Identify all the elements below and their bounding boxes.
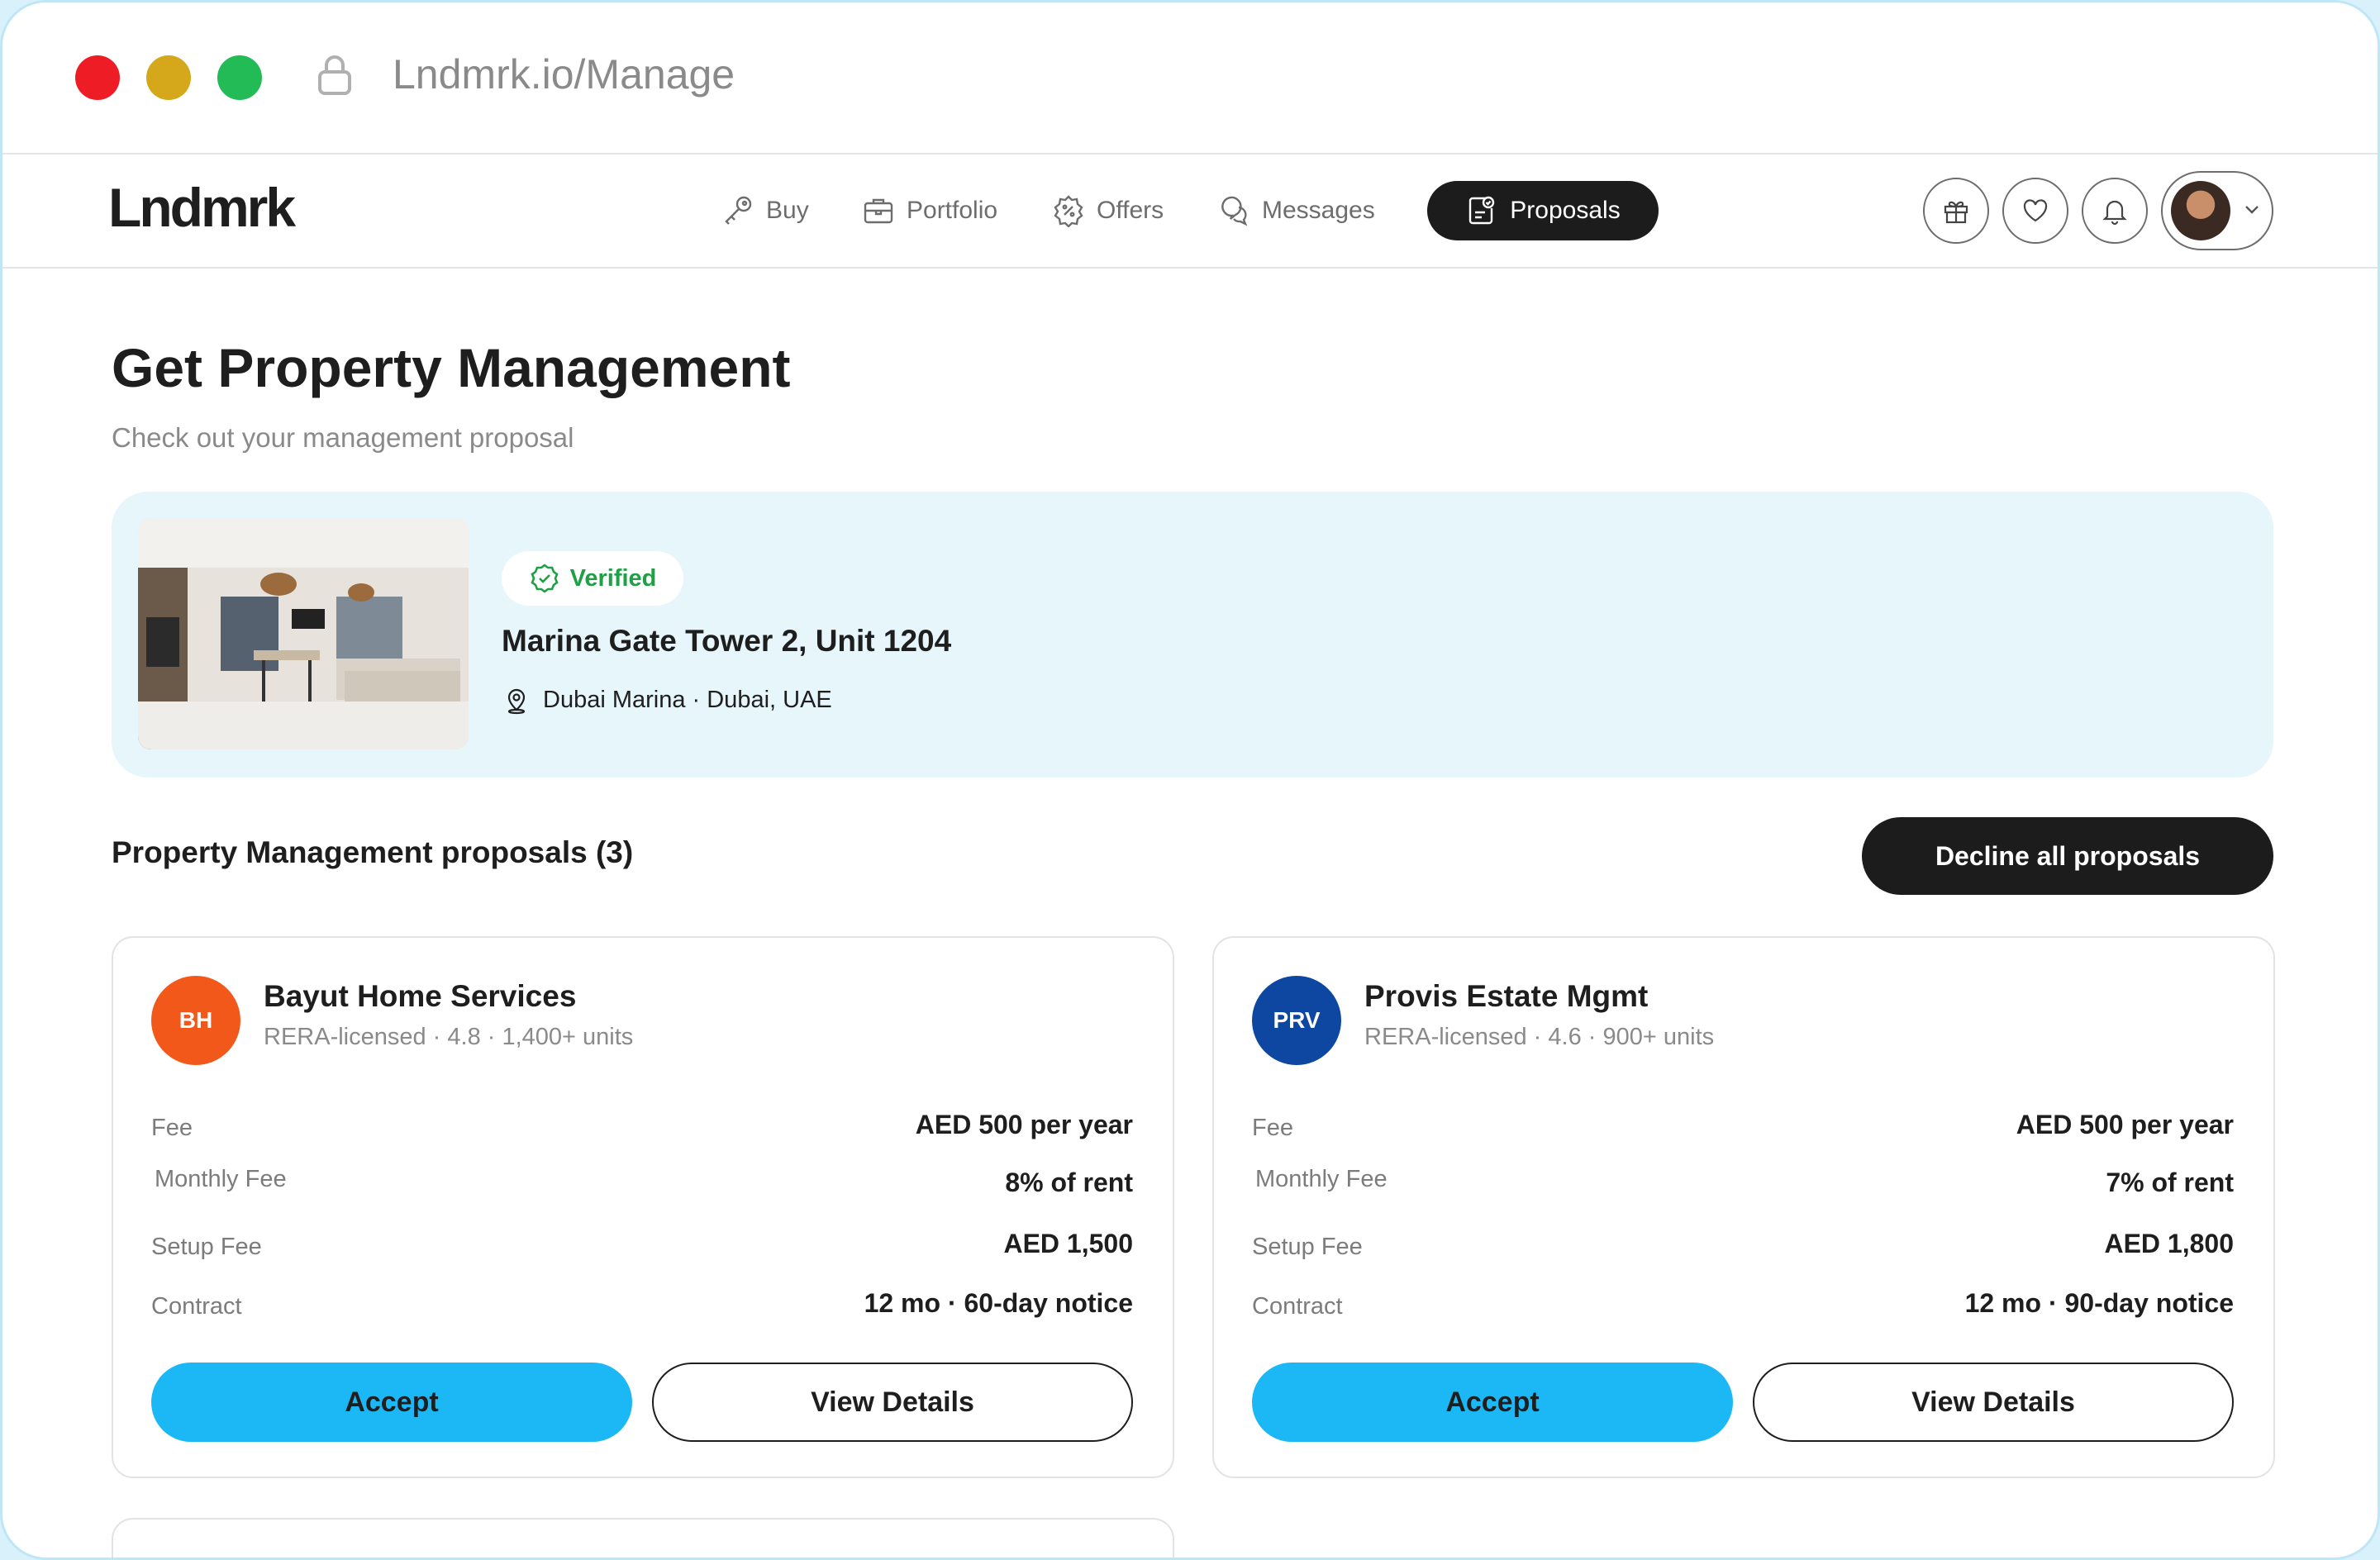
fee-value: AED 500 per year xyxy=(2016,1110,2234,1139)
discount-badge-icon xyxy=(1054,195,1083,227)
close-window-button[interactable] xyxy=(75,55,120,100)
company-meta: RERA-licensed · 4.8 · 1,400+ units xyxy=(264,1024,634,1050)
nav-item-portfolio[interactable]: Portfolio xyxy=(862,181,997,240)
monthly-fee-row: Monthly Fee 8% of rent xyxy=(151,1166,1133,1207)
heart-icon xyxy=(2023,199,2048,222)
contract-row: Contract 12 mo · 90-day notice xyxy=(1252,1287,2234,1328)
company-name: Bayut Home Services xyxy=(264,979,577,1013)
fee-label: Fee xyxy=(151,1115,193,1141)
verified-check-icon xyxy=(531,564,559,593)
verified-badge: Verified xyxy=(502,551,683,606)
address-bar[interactable]: Lndmrk.io/Manage xyxy=(393,50,735,98)
avatar xyxy=(2171,181,2230,240)
nav-item-buy[interactable]: Buy xyxy=(721,181,809,240)
nav-item-proposals[interactable]: Proposals xyxy=(1427,181,1659,240)
nav-item-offers[interactable]: Offers xyxy=(1052,181,1164,240)
browser-toolbar: Lndmrk.io/Manage xyxy=(2,2,2378,155)
accept-button[interactable]: Accept xyxy=(151,1363,632,1442)
nav-label-offers: Offers xyxy=(1097,197,1164,224)
contract-row: Contract 12 mo · 60-day notice xyxy=(151,1287,1133,1328)
maximize-window-button[interactable] xyxy=(217,55,262,100)
proposals-heading: Property Management proposals (3) xyxy=(112,835,634,869)
contract-value: 12 mo · 60-day notice xyxy=(864,1288,1133,1318)
property-photo xyxy=(138,518,469,749)
monthly-fee-value: 7% of rent xyxy=(2106,1168,2234,1197)
profile-menu[interactable] xyxy=(2161,171,2273,250)
nav-label-buy: Buy xyxy=(766,197,809,224)
monthly-fee-value: 8% of rent xyxy=(1005,1168,1133,1197)
lock-icon xyxy=(318,55,351,95)
view-details-button[interactable]: View Details xyxy=(652,1363,1133,1442)
decline-all-button[interactable]: Decline all proposals xyxy=(1862,817,2273,895)
fee-label: Fee xyxy=(1252,1115,1293,1141)
key-icon xyxy=(725,196,752,225)
nav-label-portfolio: Portfolio xyxy=(907,197,998,224)
proposal-card: BH Bayut Home Services RERA-licensed · 4… xyxy=(112,936,1174,1478)
fee-row: Fee AED 500 per year xyxy=(151,1108,1133,1149)
setup-fee-label: Setup Fee xyxy=(1252,1234,1363,1260)
company-logo: BH xyxy=(151,976,240,1065)
view-details-button[interactable]: View Details xyxy=(1753,1363,2234,1442)
monthly-fee-row: Monthly Fee 7% of rent xyxy=(1252,1166,2234,1207)
site-logo[interactable]: Lndmrk xyxy=(108,176,296,239)
monthly-fee-label: Monthly Fee xyxy=(1255,1166,1388,1192)
contract-label: Contract xyxy=(1252,1293,1343,1320)
location-pin-icon xyxy=(507,688,526,715)
notifications-button[interactable] xyxy=(2082,178,2148,244)
proposal-card-partial xyxy=(112,1518,1174,1558)
property-summary-card: Verified Marina Gate Tower 2, Unit 1204 … xyxy=(112,492,2273,778)
contract-label: Contract xyxy=(151,1293,242,1320)
page-title: Get Property Management xyxy=(112,337,791,398)
setup-fee-value: AED 1,800 xyxy=(2104,1229,2234,1258)
fee-value: AED 500 per year xyxy=(915,1110,1133,1139)
gift-icon xyxy=(1944,201,1968,224)
setup-fee-row: Setup Fee AED 1,800 xyxy=(1252,1227,2234,1268)
setup-fee-value: AED 1,500 xyxy=(1003,1229,1133,1258)
company-name: Provis Estate Mgmt xyxy=(1364,979,1649,1013)
verified-label: Verified xyxy=(569,564,657,592)
company-meta: RERA-licensed · 4.6 · 900+ units xyxy=(1364,1024,1715,1050)
minimize-window-button[interactable] xyxy=(146,55,191,100)
setup-fee-label: Setup Fee xyxy=(151,1234,262,1260)
accept-button[interactable]: Accept xyxy=(1252,1363,1733,1442)
setup-fee-row: Setup Fee AED 1,500 xyxy=(151,1227,1133,1268)
nav-item-messages[interactable]: Messages xyxy=(1217,181,1375,240)
fee-row: Fee AED 500 per year xyxy=(1252,1108,2234,1149)
contract-value: 12 mo · 90-day notice xyxy=(1964,1288,2234,1318)
nav-label-messages: Messages xyxy=(1262,197,1375,224)
page-subtitle: Check out your management proposal xyxy=(112,422,574,453)
browser-window: Lndmrk.io/Manage Lndmrk Buy Portfolio Of… xyxy=(0,0,2380,1560)
gifts-button[interactable] xyxy=(1923,178,1989,244)
chat-bubbles-icon xyxy=(1221,196,1248,226)
favorites-button[interactable] xyxy=(2002,178,2068,244)
chevron-down-icon xyxy=(2245,206,2259,214)
property-location: Dubai Marina · Dubai, UAE xyxy=(502,685,832,715)
bell-icon xyxy=(2102,200,2127,226)
monthly-fee-label: Monthly Fee xyxy=(155,1166,287,1192)
property-name: Marina Gate Tower 2, Unit 1204 xyxy=(502,624,952,658)
property-location-text: Dubai Marina · Dubai, UAE xyxy=(543,686,832,713)
company-logo: PRV xyxy=(1252,976,1341,1065)
proposal-document-icon xyxy=(1469,196,1495,225)
site-header: Lndmrk Buy Portfolio Offers Messages Pro… xyxy=(2,156,2378,269)
nav-label-proposals: Proposals xyxy=(1510,197,1621,224)
proposal-card: PRV Provis Estate Mgmt RERA-licensed · 4… xyxy=(1212,936,2275,1478)
property-interior-illustration xyxy=(138,518,469,749)
briefcase-icon xyxy=(864,198,893,224)
